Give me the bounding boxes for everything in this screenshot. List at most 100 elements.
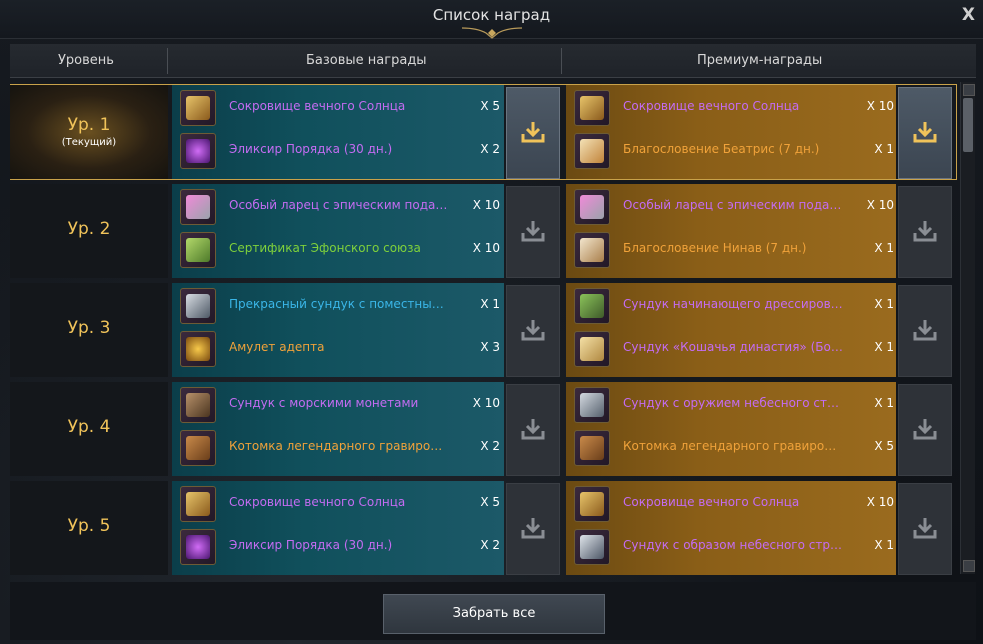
reward-item[interactable]: Сундук начинающего дрессировщика X 1	[574, 288, 894, 324]
header-basic: Базовые награды	[306, 53, 427, 68]
level-cell: Ур. 1 (Текущий)	[10, 85, 168, 179]
reward-row: Ур. 2 Особый ларец с эпическим подарком X …	[10, 184, 956, 278]
reward-item[interactable]: Сундук с образом небесного стража X 1	[574, 529, 894, 565]
basic-claim-button[interactable]	[506, 483, 560, 575]
reward-name: Сокровище вечного Солнца	[623, 99, 800, 113]
level-cell: Ур. 5	[10, 481, 168, 575]
download-icon	[913, 122, 937, 143]
reward-item[interactable]: Особый ларец с эпическим подарком X 10	[574, 189, 894, 225]
scroll-up-button[interactable]	[963, 84, 975, 96]
level-label: Ур. 1	[67, 115, 111, 135]
reward-item[interactable]: Сокровище вечного Солнца X 10	[574, 486, 894, 522]
reward-item[interactable]: Амулет адепта X 3	[180, 331, 500, 367]
reward-name: Прекрасный сундук с поместными материала…	[229, 297, 449, 311]
feather-icon	[574, 232, 610, 268]
golden-chest-icon	[180, 486, 216, 522]
reward-item[interactable]: Эликсир Порядка (30 дн.) X 2	[180, 529, 500, 565]
header-divider	[167, 48, 168, 74]
scrollbar[interactable]	[960, 82, 975, 574]
reward-quantity: X 10	[472, 198, 500, 212]
reward-item[interactable]: Прекрасный сундук с поместными материала…	[180, 288, 500, 324]
reward-name: Благословение Беатрис (7 дн.)	[623, 142, 820, 156]
reward-item[interactable]: Благословение Нинав (7 дн.) X 1	[574, 232, 894, 268]
reward-item[interactable]: Сокровище вечного Солнца X 5	[180, 486, 500, 522]
reward-name: Сундук с морскими монетами	[229, 396, 419, 410]
header-divider	[561, 48, 562, 74]
reward-list-window: Список наград X Уровень Базовые награды …	[0, 0, 983, 644]
level-label: Ур. 2	[67, 219, 111, 239]
premium-rewards: Сокровище вечного Солнца X 10 Сундук с обр…	[566, 481, 896, 575]
basic-claim-button[interactable]	[506, 384, 560, 476]
reward-row: Ур. 5 Сокровище вечного Солнца X 5 Эликсир …	[10, 481, 956, 575]
premium-claim-button[interactable]	[898, 483, 952, 575]
golden-chest-icon	[180, 90, 216, 126]
satchel-icon	[180, 430, 216, 466]
scroll-thumb[interactable]	[963, 98, 973, 152]
download-icon	[913, 518, 937, 539]
outfit-chest-icon	[574, 529, 610, 565]
basic-rewards: Особый ларец с эпическим подарком X 10 Сер…	[172, 184, 504, 278]
reward-quantity: X 2	[480, 142, 500, 156]
reward-list[interactable]: Ур. 1 (Текущий) Сокровище вечного Солнца X …	[10, 82, 958, 576]
reward-item[interactable]: Котомка легендарного гравировщика X 2	[180, 430, 500, 466]
reward-quantity: X 1	[874, 297, 894, 311]
certificate-icon	[180, 232, 216, 268]
silver-chest-icon	[180, 288, 216, 324]
download-icon	[521, 320, 545, 341]
basic-rewards: Прекрасный сундук с поместными материала…	[172, 283, 504, 377]
sea-chest-icon	[180, 387, 216, 423]
reward-item[interactable]: Сокровище вечного Солнца X 10	[574, 90, 894, 126]
scroll-down-button[interactable]	[963, 560, 975, 572]
window-title: Список наград	[432, 6, 551, 24]
reward-item[interactable]: Сундук «Кошачья династия» (Боевой) X 1	[574, 331, 894, 367]
reward-name: Благословение Нинав (7 дн.)	[623, 241, 807, 255]
reward-quantity: X 10	[472, 396, 500, 410]
level-label: Ур. 5	[67, 516, 111, 536]
header-premium: Премиум-награды	[697, 53, 823, 68]
close-button[interactable]: X	[962, 5, 975, 25]
premium-claim-button[interactable]	[898, 186, 952, 278]
purple-elixir-icon	[180, 529, 216, 565]
reward-quantity: X 5	[480, 495, 500, 509]
reward-quantity: X 1	[874, 241, 894, 255]
reward-item[interactable]: Сундук с морскими монетами X 10	[180, 387, 500, 423]
reward-name: Котомка легендарного гравировщика	[229, 439, 449, 453]
reward-name: Амулет адепта	[229, 340, 325, 354]
premium-claim-button[interactable]	[898, 87, 952, 179]
basic-claim-button[interactable]	[506, 186, 560, 278]
premium-rewards: Сундук с оружием небесного стража X 1 Кото…	[566, 382, 896, 476]
claim-all-button[interactable]: Забрать все	[383, 594, 605, 634]
download-icon	[913, 419, 937, 440]
reward-name: Сундук начинающего дрессировщика	[623, 297, 843, 311]
basic-claim-button[interactable]	[506, 87, 560, 179]
download-icon	[521, 221, 545, 242]
reward-item[interactable]: Особый ларец с эпическим подарком X 10	[180, 189, 500, 225]
level-cell: Ур. 3	[10, 283, 168, 377]
reward-quantity: X 10	[472, 241, 500, 255]
reward-item[interactable]: Благословение Беатрис (7 дн.) X 1	[574, 133, 894, 169]
reward-name: Сокровище вечного Солнца	[623, 495, 800, 509]
gift-chest-icon	[574, 189, 610, 225]
green-chest-icon	[574, 288, 610, 324]
basic-claim-button[interactable]	[506, 285, 560, 377]
reward-item[interactable]: Сертификат Эфонского союза X 10	[180, 232, 500, 268]
reward-quantity: X 1	[480, 297, 500, 311]
premium-claim-button[interactable]	[898, 384, 952, 476]
premium-rewards: Сундук начинающего дрессировщика X 1 Сунду…	[566, 283, 896, 377]
title-ornament-icon	[462, 27, 522, 39]
reward-name: Сундук с образом небесного стража	[623, 538, 843, 552]
wings-icon	[574, 133, 610, 169]
golden-chest-icon	[574, 486, 610, 522]
premium-rewards: Сокровище вечного Солнца X 10 Благословени…	[566, 85, 896, 179]
header-level: Уровень	[58, 53, 114, 68]
reward-item[interactable]: Котомка легендарного гравировщика X 5	[574, 430, 894, 466]
reward-quantity: X 1	[874, 142, 894, 156]
reward-quantity: X 1	[874, 538, 894, 552]
cat-chest-icon	[574, 331, 610, 367]
premium-claim-button[interactable]	[898, 285, 952, 377]
download-icon	[913, 221, 937, 242]
reward-quantity: X 1	[874, 340, 894, 354]
reward-item[interactable]: Эликсир Порядка (30 дн.) X 2	[180, 133, 500, 169]
reward-item[interactable]: Сокровище вечного Солнца X 5	[180, 90, 500, 126]
reward-item[interactable]: Сундук с оружием небесного стража X 1	[574, 387, 894, 423]
